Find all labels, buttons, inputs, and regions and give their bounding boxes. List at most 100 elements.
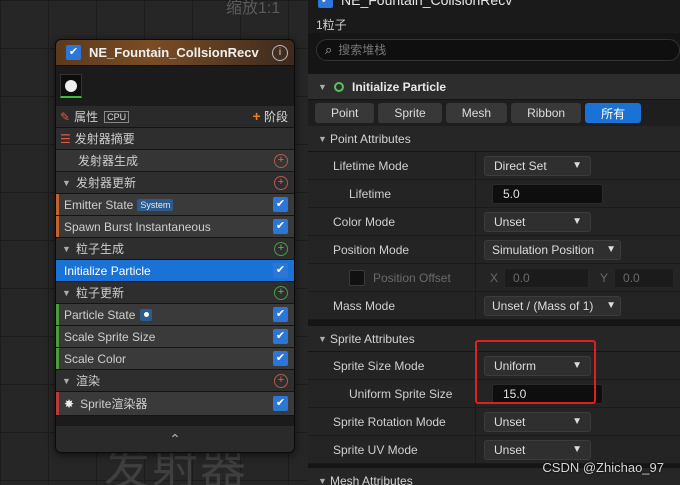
sprite-rotation-mode-dropdown[interactable]: Unset ▼ [484, 411, 591, 432]
position-offset-row: Position Offset X 0.0 Y 0.0 [308, 264, 680, 292]
lifetime-mode-row: Lifetime Mode Direct Set ▼ [308, 152, 680, 180]
collapse-arrow-icon[interactable]: ▼ [62, 244, 72, 254]
collapse-arrow-icon[interactable]: ▼ [62, 178, 72, 188]
module-enable-checkbox[interactable]: ✔ [273, 351, 288, 366]
collapse-arrow-icon[interactable]: ▼ [318, 134, 330, 144]
chevron-down-icon: ▼ [606, 244, 616, 255]
position-mode-dropdown[interactable]: Simulation Position ▼ [484, 239, 621, 260]
node-enable-checkbox[interactable]: ✔ [66, 45, 81, 60]
x-label: X [490, 270, 499, 285]
emitter-update-section[interactable]: ▼ 发射器更新 + [56, 172, 294, 194]
tab-ribbon[interactable]: Ribbon [511, 103, 582, 123]
module-status-icon [334, 81, 344, 92]
emitter-summary-label: 发射器摘要 [74, 132, 135, 146]
node-header[interactable]: ✔ NE_Fountain_CollsionRecv i [56, 40, 294, 66]
point-attributes-header[interactable]: ▼ Point Attributes [308, 126, 680, 152]
add-module-icon[interactable]: + [274, 373, 288, 388]
module-enable-checkbox[interactable]: ✔ [273, 219, 288, 234]
sparkle-icon: ✸ [64, 396, 75, 411]
particle-update-section[interactable]: ▼ 粒子更新 + [56, 282, 294, 304]
emitter-spawn-label: 发射器生成 [78, 154, 139, 168]
module-emitter-state[interactable]: Emitter State System ✔ [56, 194, 294, 216]
module-label: Initialize Particle [64, 263, 151, 278]
tab-mesh[interactable]: Mesh [445, 103, 508, 123]
module-label: Scale Color [64, 351, 127, 366]
module-scale-color[interactable]: Scale Color ✔ [56, 348, 294, 370]
particle-spawn-section[interactable]: ▼ 粒子生成 + [56, 238, 294, 260]
tab-all[interactable]: 所有 [585, 103, 642, 123]
color-mode-dropdown[interactable]: Unset ▼ [484, 211, 591, 232]
add-stage-button[interactable]: + 阶段 [252, 108, 288, 125]
lifetime-mode-dropdown[interactable]: Direct Set ▼ [484, 155, 591, 176]
particle-spawn-label: 粒子生成 [76, 242, 125, 256]
mass-mode-row: Mass Mode Unset / (Mass of 1) ▼ [308, 292, 680, 320]
stack-search[interactable]: ⌕ [316, 39, 680, 61]
annotation-highlight-box [475, 340, 596, 404]
pencil-icon: ✎ [60, 109, 71, 124]
initialize-particle-header[interactable]: ▼ Initialize Particle [308, 74, 680, 100]
collapse-arrow-icon[interactable]: ▼ [318, 82, 330, 92]
collapse-arrow-icon[interactable]: ▼ [318, 476, 330, 485]
module-scale-sprite-size[interactable]: Scale Sprite Size ✔ [56, 326, 294, 348]
collapse-arrow-icon[interactable]: ▼ [62, 288, 72, 298]
node-collapse-button[interactable]: ⌃ [56, 426, 294, 452]
add-module-icon[interactable]: + [274, 175, 288, 190]
property-label: Lifetime Mode [308, 152, 476, 179]
property-label: Position Mode [308, 236, 476, 263]
position-offset-x[interactable]: 0.0 [504, 267, 590, 288]
render-section[interactable]: ▼ 渲染 + [56, 370, 294, 392]
lifetime-row: Lifetime 5.0 [308, 180, 680, 208]
add-module-icon[interactable]: + [274, 153, 288, 168]
section-label: Mesh Attributes [330, 473, 413, 485]
property-label: Uniform Sprite Size [308, 380, 476, 407]
dropdown-value: Simulation Position [492, 242, 595, 257]
module-enable-checkbox[interactable]: ✔ [273, 263, 288, 278]
tab-sprite[interactable]: Sprite [378, 103, 442, 123]
dropdown-value: Unset [494, 214, 526, 229]
sprite-uv-mode-dropdown[interactable]: Unset ▼ [484, 439, 591, 460]
collapse-arrow-icon[interactable]: ▼ [62, 376, 72, 386]
module-enable-checkbox[interactable]: ✔ [273, 329, 288, 344]
lifetime-field[interactable]: 5.0 [492, 183, 603, 204]
module-particle-state[interactable]: Particle State ✔ [56, 304, 294, 326]
emitter-node[interactable]: ✔ NE_Fountain_CollsionRecv i ✎ 属性 CPU + … [55, 39, 295, 453]
graph-canvas[interactable]: 缩放1:1 发射器 ✔ NE_Fountain_CollsionRecv i ✎… [0, 0, 308, 485]
add-module-icon[interactable]: + [274, 241, 288, 256]
thumbnail-row [56, 66, 294, 106]
property-label: Sprite Rotation Mode [308, 408, 476, 435]
add-stage-label: 阶段 [263, 110, 288, 124]
properties-row[interactable]: ✎ 属性 CPU + 阶段 [56, 106, 294, 128]
particle-thumbnail[interactable] [60, 74, 82, 98]
module-spawn-burst[interactable]: Spawn Burst Instantaneous ✔ [56, 216, 294, 238]
emitter-summary-row[interactable]: ☰ 发射器摘要 [56, 128, 294, 150]
particle-count: 1粒子 [316, 18, 347, 32]
add-module-icon[interactable]: + [274, 285, 288, 300]
search-input[interactable] [338, 43, 639, 57]
mass-mode-dropdown[interactable]: Unset / (Mass of 1) ▼ [484, 295, 621, 316]
section-label: Point Attributes [330, 131, 411, 146]
module-initialize-particle[interactable]: Initialize Particle ✔ [56, 260, 294, 282]
module-enable-checkbox[interactable]: ✔ [273, 396, 288, 411]
system-badge: System [137, 198, 174, 211]
property-label: Color Mode [308, 208, 476, 235]
module-sprite-renderer[interactable]: ✸ Sprite渲染器 ✔ [56, 392, 294, 416]
position-offset-checkbox[interactable] [349, 269, 365, 286]
emitter-enable-checkbox[interactable]: ✔ [318, 0, 333, 8]
chevron-down-icon: ▼ [572, 444, 582, 455]
chevron-up-icon: ⌃ [169, 430, 181, 447]
info-icon[interactable]: i [272, 44, 288, 61]
panel-header: ✔ NE_Fountain_CollsionRecv 1粒子 [308, 0, 680, 33]
plus-icon: + [252, 108, 261, 124]
property-label: Sprite UV Mode [308, 436, 476, 463]
dropdown-value: Unset / (Mass of 1) [492, 298, 594, 313]
property-label: Lifetime [308, 180, 476, 207]
chevron-down-icon: ▼ [606, 300, 616, 311]
collapse-arrow-icon[interactable]: ▼ [318, 334, 330, 344]
section-title: Initialize Particle [352, 79, 447, 94]
emitter-spawn-row[interactable]: 发射器生成 + [56, 150, 294, 172]
module-enable-checkbox[interactable]: ✔ [273, 307, 288, 322]
module-enable-checkbox[interactable]: ✔ [273, 197, 288, 212]
tab-point[interactable]: Point [315, 103, 375, 123]
position-offset-y[interactable]: 0.0 [614, 267, 675, 288]
module-label: Emitter State [64, 197, 134, 212]
